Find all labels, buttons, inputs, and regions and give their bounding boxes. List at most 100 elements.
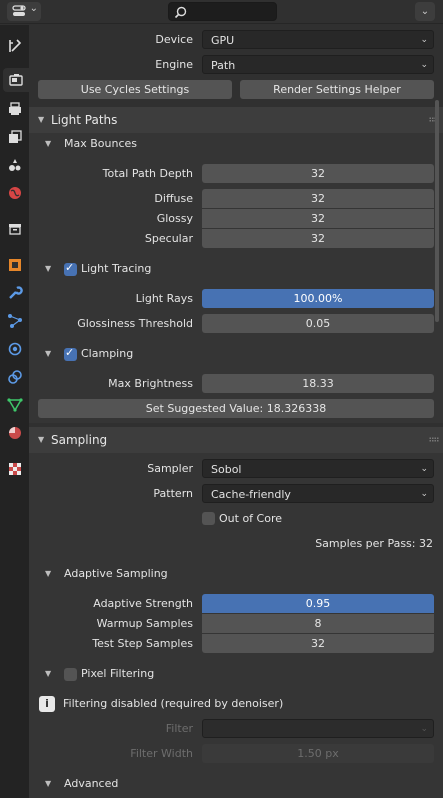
glossy-label: Glossy bbox=[156, 212, 193, 225]
pattern-dropdown[interactable]: Cache-friendly ⌄ bbox=[202, 484, 434, 503]
subpanel-title: Clamping bbox=[81, 347, 134, 360]
glossiness-threshold-label: Glossiness Threshold bbox=[77, 317, 193, 330]
samples-per-pass-text: Samples per Pass: 32 bbox=[315, 537, 433, 550]
image-stack-icon bbox=[9, 130, 22, 143]
filter-label: Filter bbox=[165, 722, 193, 735]
physics-orbit-icon bbox=[8, 342, 22, 356]
texture-tab[interactable] bbox=[2, 457, 28, 481]
sampler-dropdown[interactable]: Sobol ⌄ bbox=[202, 459, 434, 478]
sampler-value: Sobol bbox=[211, 463, 242, 476]
search-icon bbox=[174, 6, 187, 19]
device-dropdown[interactable]: GPU ⌄ bbox=[202, 30, 434, 49]
object-square-icon bbox=[9, 259, 21, 271]
expanded-triangle-icon: ▼ bbox=[45, 349, 52, 358]
properties-tabs bbox=[0, 25, 29, 798]
pattern-value: Cache-friendly bbox=[211, 488, 291, 501]
subpanel-title: Light Tracing bbox=[81, 262, 152, 275]
scene-icon bbox=[9, 159, 21, 171]
collection-box-icon bbox=[9, 224, 21, 235]
advanced-subpanel-header[interactable]: ▼ Advanced bbox=[37, 773, 443, 795]
constraints-tab[interactable] bbox=[2, 365, 28, 389]
object-tab[interactable] bbox=[2, 253, 28, 277]
use-cycles-settings-button[interactable]: Use Cycles Settings bbox=[38, 80, 232, 99]
specular-field[interactable]: 32 bbox=[202, 229, 434, 248]
warmup-samples-label: Warmup Samples bbox=[96, 617, 193, 630]
light-tracing-subpanel-header[interactable]: ▼ Light Tracing bbox=[37, 258, 443, 280]
total-path-depth-label: Total Path Depth bbox=[102, 167, 193, 180]
diffuse-field[interactable]: 32 bbox=[202, 189, 434, 208]
output-tab[interactable] bbox=[2, 97, 28, 121]
particles-tab[interactable] bbox=[2, 309, 28, 333]
search-input[interactable] bbox=[168, 2, 277, 21]
wrench-icon bbox=[9, 286, 23, 299]
device-label: Device bbox=[155, 33, 193, 46]
material-sphere-icon bbox=[9, 427, 21, 439]
render-settings-helper-button[interactable]: Render Settings Helper bbox=[240, 80, 434, 99]
printer-icon bbox=[9, 102, 21, 115]
diffuse-label: Diffuse bbox=[154, 192, 193, 205]
specular-label: Specular bbox=[144, 232, 193, 245]
sampling-panel-header[interactable]: ▼ Sampling bbox=[29, 427, 443, 453]
light-paths-panel-header[interactable]: ▼ Light Paths bbox=[29, 107, 443, 133]
drag-grip-icon[interactable] bbox=[429, 437, 439, 442]
physics-tab[interactable] bbox=[2, 337, 28, 361]
set-suggested-value-button[interactable]: Set Suggested Value: 18.326338 bbox=[38, 399, 434, 418]
subpanel-title: Max Bounces bbox=[64, 137, 138, 150]
properties-header: ⌄ ⌄ bbox=[0, 0, 443, 24]
render-tab[interactable] bbox=[3, 68, 29, 92]
device-value: GPU bbox=[211, 34, 235, 47]
pixel-filtering-checkbox[interactable] bbox=[64, 668, 77, 681]
material-tab[interactable] bbox=[2, 421, 28, 445]
adaptive-sampling-subpanel-header[interactable]: ▼ Adaptive Sampling bbox=[37, 563, 443, 585]
particles-icon bbox=[8, 314, 22, 328]
modifiers-tab[interactable] bbox=[2, 281, 28, 305]
filter-dropdown: ⌄ bbox=[202, 719, 434, 738]
clamping-checkbox[interactable] bbox=[64, 346, 77, 361]
filter-width-field: 1.50 px bbox=[202, 744, 434, 763]
out-of-core-label: Out of Core bbox=[219, 512, 282, 525]
chevron-down-icon: ⌄ bbox=[420, 464, 428, 474]
warmup-samples-field[interactable]: 8 bbox=[202, 614, 434, 633]
world-icon bbox=[9, 187, 21, 199]
adaptive-strength-slider[interactable]: 0.95 bbox=[202, 594, 434, 613]
scene-tab[interactable] bbox=[2, 153, 28, 177]
constraint-icon bbox=[8, 370, 22, 384]
expanded-triangle-icon: ▼ bbox=[45, 569, 52, 578]
max-brightness-label: Max Brightness bbox=[108, 377, 193, 390]
editor-type-button[interactable]: ⌄ bbox=[7, 2, 41, 21]
info-icon: i bbox=[39, 696, 55, 712]
glossiness-threshold-field[interactable]: 0.05 bbox=[202, 314, 434, 333]
expanded-triangle-icon: ▼ bbox=[38, 115, 45, 124]
scrollbar[interactable] bbox=[435, 100, 439, 322]
header-menu-button[interactable]: ⌄ bbox=[415, 2, 435, 21]
engine-dropdown[interactable]: Path ⌄ bbox=[202, 55, 434, 74]
light-tracing-checkbox[interactable] bbox=[64, 261, 77, 276]
view-layer-tab[interactable] bbox=[2, 125, 28, 149]
subpanel-title: Advanced bbox=[64, 777, 119, 790]
total-path-depth-field[interactable]: 32 bbox=[202, 164, 434, 183]
sampler-label: Sampler bbox=[147, 462, 193, 475]
object-data-tab[interactable] bbox=[2, 393, 28, 417]
chevron-down-icon: ⌄ bbox=[420, 6, 430, 17]
panel-title: Light Paths bbox=[51, 113, 118, 127]
max-bounces-subpanel-header[interactable]: ▼ Max Bounces bbox=[37, 133, 443, 155]
max-brightness-field[interactable]: 18.33 bbox=[202, 374, 434, 393]
checker-texture-icon bbox=[9, 463, 21, 475]
properties-editor-icon bbox=[12, 5, 26, 16]
test-step-samples-field[interactable]: 32 bbox=[202, 634, 434, 653]
test-step-samples-label: Test Step Samples bbox=[92, 637, 193, 650]
panel-title: Sampling bbox=[51, 433, 108, 447]
engine-label: Engine bbox=[155, 58, 193, 71]
expanded-triangle-icon: ▼ bbox=[45, 139, 52, 148]
pixel-filtering-subpanel-header[interactable]: ▼ Pixel Filtering bbox=[37, 663, 443, 685]
out-of-core-checkbox[interactable] bbox=[202, 512, 215, 525]
glossy-field[interactable]: 32 bbox=[202, 209, 434, 228]
subpanel-title: Pixel Filtering bbox=[81, 667, 155, 680]
clamping-subpanel-header[interactable]: ▼ Clamping bbox=[37, 343, 443, 365]
chevron-down-icon: ⌄ bbox=[420, 35, 428, 45]
collection-tab[interactable] bbox=[2, 217, 28, 241]
tool-tab[interactable] bbox=[2, 34, 28, 58]
world-tab[interactable] bbox=[2, 181, 28, 205]
light-rays-slider[interactable]: 100.00% bbox=[202, 289, 434, 308]
chevron-down-icon: ⌄ bbox=[29, 3, 38, 14]
